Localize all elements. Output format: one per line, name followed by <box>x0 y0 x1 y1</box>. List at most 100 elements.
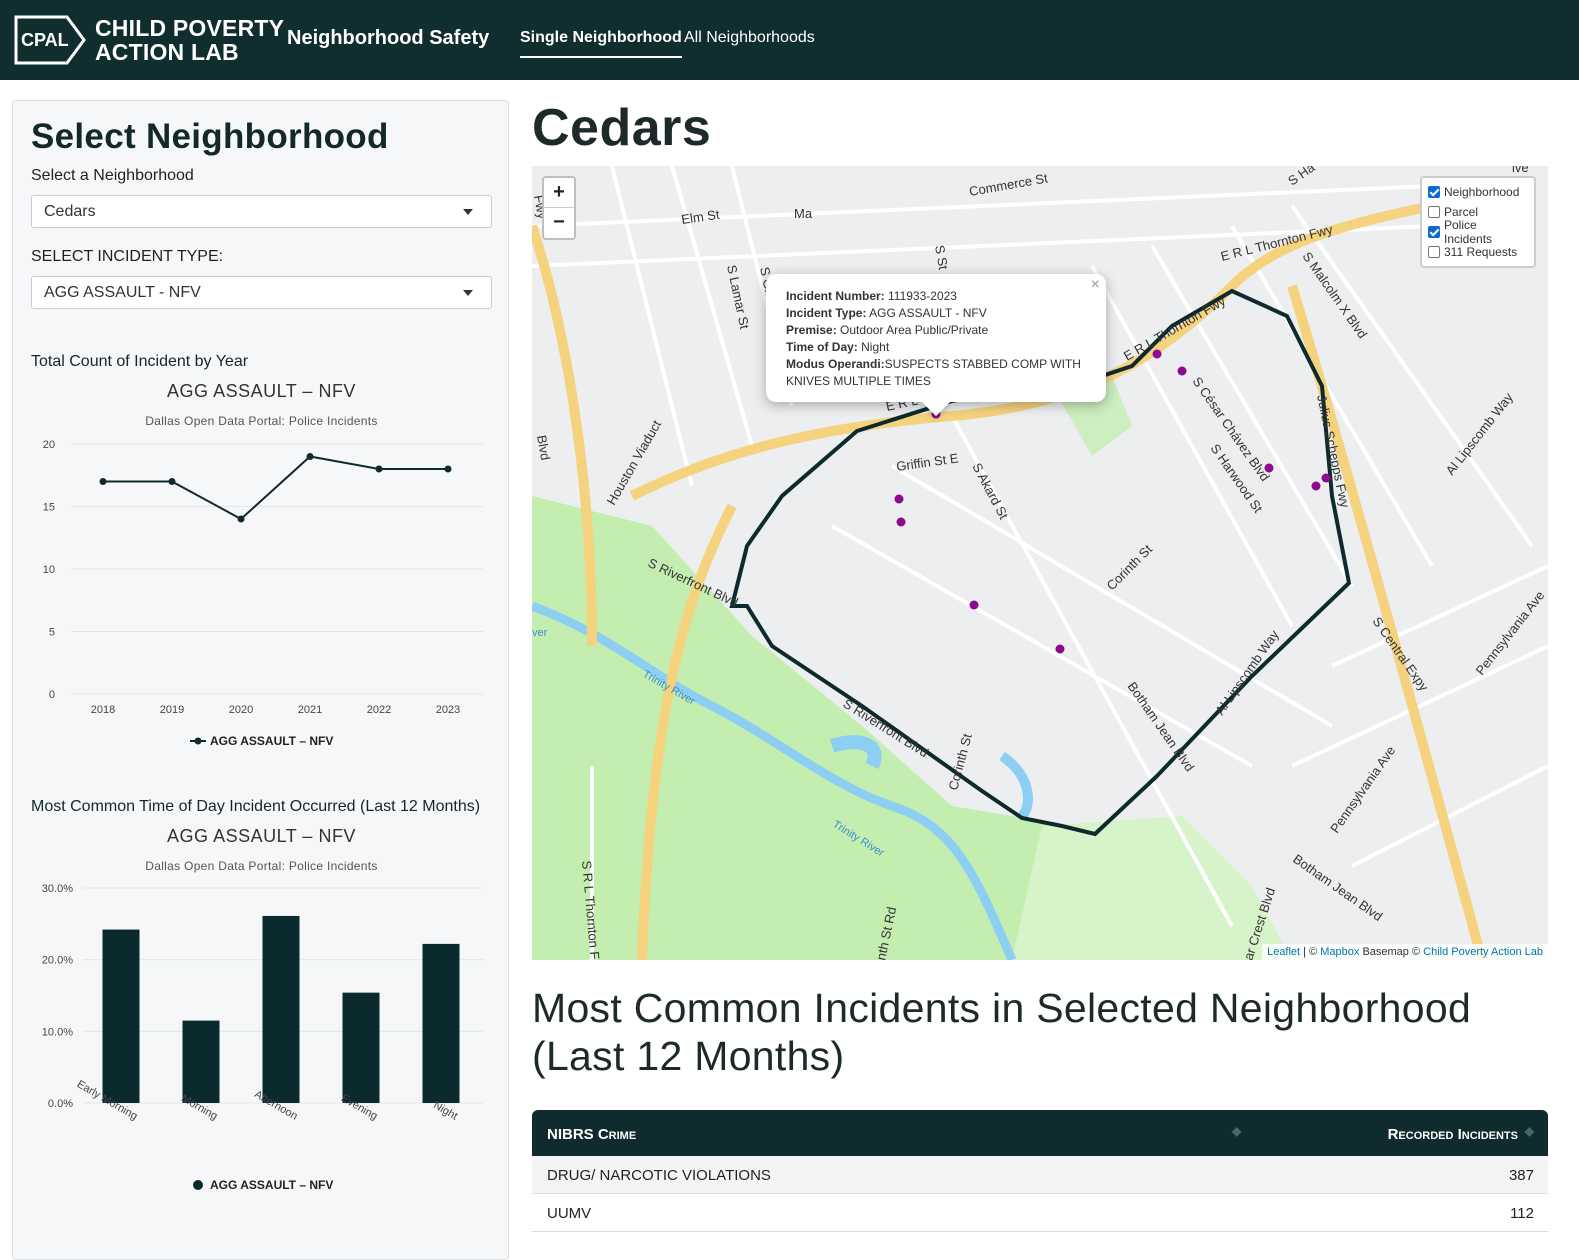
bar <box>422 943 460 1103</box>
bar <box>262 915 300 1103</box>
y-tick-label: 0 <box>49 689 55 701</box>
bar-chart-heading: Most Common Time of Day Incident Occurre… <box>31 798 481 815</box>
y-tick-label: 30.0% <box>42 883 73 895</box>
x-tick-label: 2019 <box>160 704 184 716</box>
time-of-day-bar-chart: 0.0%10.0%20.0%30.0%Early Morning Morning A… <box>42 883 483 1192</box>
section-title: Most Common Incidents in Selected Neighb… <box>532 985 1472 1079</box>
popup-label: Incident Type: <box>786 306 867 320</box>
incident-point[interactable] <box>1152 349 1162 359</box>
layer-311-requests-toggle[interactable]: 311 Requests <box>1428 242 1528 262</box>
yearly-count-line-chart: 0 5 10 15 20 2018 2019 2020 2021 2022 2023 AGG ASSA… <box>43 439 483 748</box>
popup-label: Modus Operandi: <box>786 357 885 371</box>
table-row[interactable]: UUMV 112 <box>532 1194 1548 1232</box>
app-title: Neighborhood Safety <box>287 27 490 49</box>
cpal-logo[interactable]: CPAL <box>13 14 87 66</box>
layer-control: Neighborhood Parcel Police Incidents 311… <box>1420 176 1536 268</box>
svg-text:ver: ver <box>532 627 548 639</box>
neighborhood-title: Cedars <box>532 99 712 157</box>
y-tick-label: 10.0% <box>42 1026 73 1038</box>
data-point <box>99 478 107 485</box>
popup-label: Incident Number: <box>786 289 885 303</box>
layer-police-incidents-toggle[interactable]: Police Incidents <box>1428 218 1528 246</box>
map-view[interactable]: Commerce St Elm St Ma E R L Thornton Fwy… <box>532 166 1548 960</box>
y-tick-label: 15 <box>43 502 55 514</box>
cpal-link[interactable]: Child Poverty Action Lab <box>1423 946 1543 958</box>
layer-label: Parcel <box>1444 205 1479 219</box>
brand-name: CHILD POVERTY ACTION LAB <box>95 16 284 64</box>
top-navbar: CPAL CHILD POVERTY ACTION LAB Neighborho… <box>0 0 1579 80</box>
sidebar-title: Select Neighborhood <box>31 117 389 156</box>
close-icon[interactable]: × <box>1091 276 1100 293</box>
mapbox-link[interactable]: Mapbox <box>1320 946 1359 958</box>
line-chart-title: AGG ASSAULT – NFV <box>167 381 356 401</box>
data-point <box>237 515 245 523</box>
checkbox-checked-icon[interactable] <box>1428 226 1440 238</box>
table-header: NIBRS Crime ◆ Recorded Incidents ◆ <box>532 1110 1548 1156</box>
neighborhood-select[interactable]: Cedars <box>31 195 492 228</box>
zoom-control: + − <box>542 176 576 240</box>
bar <box>342 992 380 1103</box>
svg-text:Ma: Ma <box>794 206 813 221</box>
data-point <box>444 465 452 473</box>
incident-point[interactable] <box>1311 481 1321 491</box>
count-cell: 112 <box>1510 1205 1534 1222</box>
incident-popup: × Incident Number: 111933-2023 Incident … <box>766 274 1106 417</box>
zoom-in-button[interactable]: + <box>544 178 574 208</box>
incident-point[interactable] <box>894 494 904 504</box>
incidents-table: NIBRS Crime ◆ Recorded Incidents ◆ DRUG/… <box>532 1110 1548 1232</box>
checkbox-checked-icon[interactable] <box>1428 186 1440 198</box>
attribution-text: Basemap © <box>1359 946 1424 958</box>
bar-chart-title: AGG ASSAULT – NFV <box>167 826 356 846</box>
legend-marker <box>194 737 202 745</box>
line-chart-subtitle: Dallas Open Data Portal: Police Incident… <box>145 414 378 428</box>
data-point <box>168 478 176 485</box>
zoom-out-button[interactable]: − <box>544 208 574 238</box>
sort-icon[interactable]: ◆ <box>1525 1124 1534 1138</box>
incident-point[interactable] <box>1055 644 1065 654</box>
sort-icon[interactable]: ◆ <box>1232 1124 1241 1138</box>
incident-point[interactable] <box>1321 473 1331 483</box>
map-attribution: Leaflet | © Mapbox Basemap © Child Pover… <box>1262 944 1548 960</box>
y-tick-label: 20 <box>43 439 55 451</box>
checkbox-unchecked-icon[interactable] <box>1428 246 1440 258</box>
layer-label: 311 Requests <box>1444 245 1518 259</box>
caret-down-icon <box>463 290 473 296</box>
bar <box>182 1020 220 1103</box>
popup-label: Premise: <box>786 323 837 337</box>
popup-incident-number: 111933-2023 <box>888 289 957 303</box>
y-tick-label: 10 <box>43 564 55 576</box>
incident-point[interactable] <box>969 600 979 610</box>
brand-name-line2: ACTION LAB <box>95 39 239 65</box>
column-header-nibrs-crime[interactable]: NIBRS Crime <box>547 1126 636 1143</box>
crime-cell: UUMV <box>547 1205 592 1222</box>
y-tick-label: 20.0% <box>42 955 73 967</box>
column-header-recorded-incidents[interactable]: Recorded Incidents <box>1388 1126 1518 1143</box>
data-point <box>306 453 314 460</box>
tab-single-neighborhood[interactable]: Single Neighborhood <box>520 29 682 58</box>
incident-point[interactable] <box>896 517 906 527</box>
incident-point[interactable] <box>1177 366 1187 376</box>
incident-type-select[interactable]: AGG ASSAULT - NFV <box>31 276 492 309</box>
logo-text: CPAL <box>21 30 69 50</box>
incident-type-select-value: AGG ASSAULT - NFV <box>44 284 201 301</box>
x-tick-label: 2018 <box>91 704 115 716</box>
x-tick-label: 2022 <box>367 704 391 716</box>
data-point <box>375 465 383 473</box>
checkbox-unchecked-icon[interactable] <box>1428 206 1440 218</box>
bar <box>102 929 140 1103</box>
count-cell: 387 <box>1508 1167 1534 1184</box>
neighborhood-select-value: Cedars <box>44 203 96 220</box>
leaflet-link[interactable]: Leaflet <box>1267 946 1300 958</box>
table-row[interactable]: DRUG/ NARCOTIC VIOLATIONS 387 <box>532 1156 1548 1194</box>
popup-label: Time of Day: <box>786 340 858 354</box>
line-chart-heading: Total Count of Incident by Year <box>31 353 249 370</box>
sidebar-panel: Select Neighborhood Select a Neighborhoo… <box>12 100 509 1260</box>
legend-label: AGG ASSAULT – NFV <box>210 734 333 748</box>
y-tick-label: 0.0% <box>48 1098 73 1110</box>
x-tick-label: 2020 <box>229 704 253 716</box>
svg-text:ive: ive <box>1512 166 1529 175</box>
legend-marker <box>193 1180 203 1190</box>
layer-neighborhood-toggle[interactable]: Neighborhood <box>1428 182 1528 202</box>
tab-all-neighborhoods[interactable]: All Neighborhoods <box>684 29 815 47</box>
crime-cell: DRUG/ NARCOTIC VIOLATIONS <box>547 1167 771 1184</box>
